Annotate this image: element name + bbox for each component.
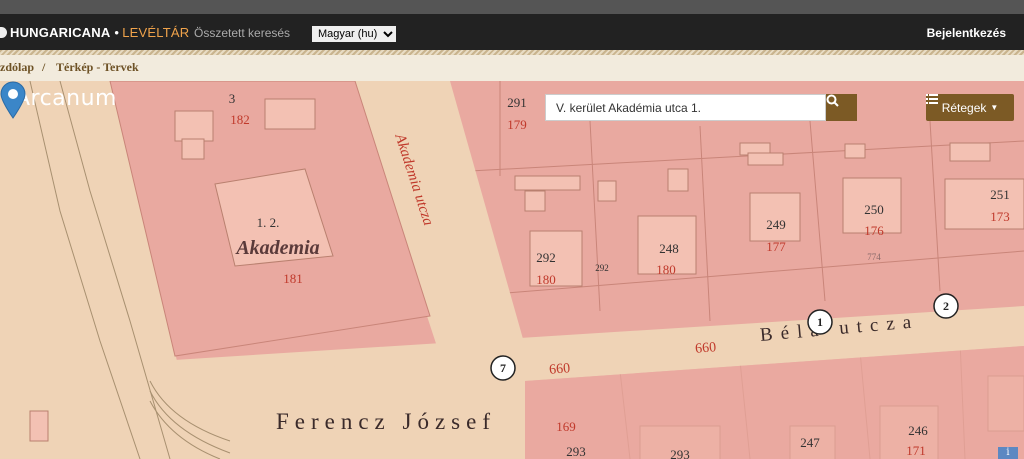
lot-12-label: 1. 2. [257, 215, 280, 230]
info-button[interactable]: i [998, 447, 1018, 459]
lot-3-label: 3 [229, 91, 236, 106]
lot-171-label: 171 [906, 443, 926, 458]
lot-247-label: 247 [800, 435, 820, 450]
breadcrumb: zdólap / Térkép - Tervek [0, 55, 1024, 81]
akademia-label: Akademia [234, 237, 319, 259]
layers-button[interactable]: Rétegek ▼ [926, 94, 1014, 121]
lot-248-label: 248 [659, 241, 679, 256]
map-search [545, 94, 857, 121]
lot-246-label: 246 [908, 423, 928, 438]
top-navbar: HUNGARICANA • LEVÉLTÁR Összetett keresés… [0, 14, 1024, 50]
lot-774-label: 774 [867, 252, 881, 262]
search-button[interactable] [826, 94, 857, 121]
lot-249-label: 249 [766, 217, 786, 232]
lot-173-label: 173 [990, 209, 1010, 224]
arcanum-watermark: ·Arcanum [10, 86, 117, 111]
brand-separator: • [114, 24, 120, 40]
brand-name: HUNGARICANA [10, 24, 111, 40]
historic-map: 3 182 1. 2. Akademia 181 Akademia utcza … [0, 81, 1024, 459]
ferencz-jozsef-label: Ferencz József [276, 409, 496, 434]
watermark-text: Arcanum [14, 86, 117, 111]
circle-2-label: 2 [943, 299, 949, 313]
circle-7-label: 7 [500, 361, 506, 375]
lot-177-label: 177 [766, 239, 786, 254]
lot-180-label: 180 [536, 272, 556, 287]
breadcrumb-current: Térkép - Tervek [56, 60, 139, 74]
lot-181-label: 181 [283, 271, 303, 286]
lot-251-label: 251 [990, 187, 1010, 202]
lot-179-label: 179 [507, 117, 527, 132]
lot-293b-label: 293 [670, 447, 690, 459]
language-select[interactable]: Magyar (hu) [312, 26, 396, 42]
circle-1-label: 1 [817, 315, 823, 329]
breadcrumb-separator: / [42, 60, 46, 74]
lot-169-label: 169 [556, 419, 576, 434]
location-marker-icon[interactable] [0, 81, 26, 119]
site-logo[interactable]: HUNGARICANA • LEVÉLTÁR [0, 23, 189, 41]
lot-180b-label: 180 [656, 262, 676, 277]
lot-293-label: 293 [566, 444, 586, 459]
lot-291-label: 291 [507, 95, 527, 110]
lot-660a-label: 660 [695, 340, 717, 357]
login-link[interactable]: Bejelentkezés [927, 26, 1006, 40]
logo-icon [0, 26, 7, 38]
brand-section: LEVÉLTÁR [122, 24, 190, 40]
lot-250-label: 250 [864, 202, 884, 217]
advanced-search-link[interactable]: Összetett keresés [194, 26, 290, 40]
lot-292-small-label: 292 [595, 263, 609, 273]
list-icon [926, 94, 938, 104]
lot-660b-label: 660 [549, 361, 571, 378]
browser-top-strip [0, 0, 1024, 14]
lot-292-label: 292 [536, 250, 556, 265]
map-viewport[interactable]: 3 182 1. 2. Akademia 181 Akademia utcza … [0, 81, 1024, 459]
address-search-input[interactable] [545, 94, 826, 121]
layers-label: Rétegek [941, 100, 987, 115]
lot-182-label: 182 [230, 112, 250, 127]
search-icon [826, 94, 839, 107]
lot-176-label: 176 [864, 223, 884, 238]
caret-down-icon: ▼ [990, 103, 999, 112]
breadcrumb-home[interactable]: zdólap [0, 60, 34, 75]
